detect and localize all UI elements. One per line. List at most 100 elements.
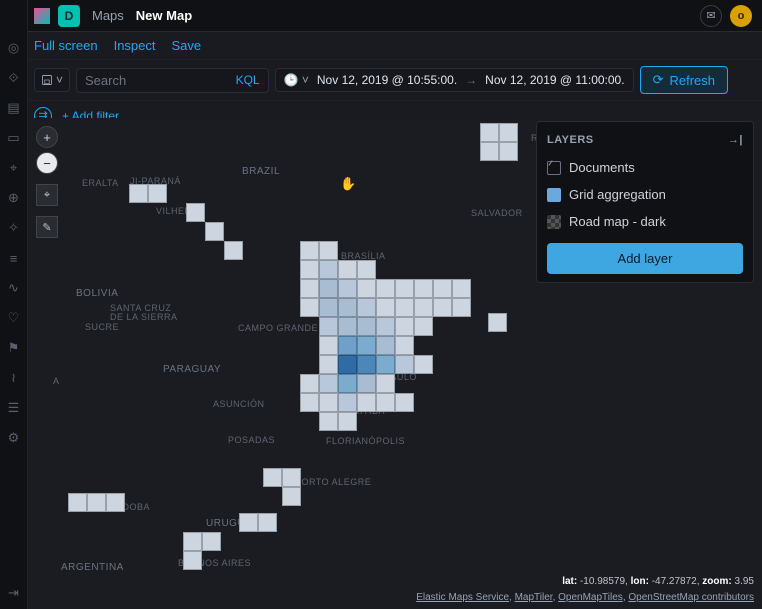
grid-cell: [480, 142, 499, 161]
full-screen-link[interactable]: Full screen: [34, 38, 98, 53]
space-badge[interactable]: D: [58, 5, 80, 27]
grid-cell: [87, 493, 106, 512]
grid-cell: [433, 279, 452, 298]
disk-icon: [41, 74, 53, 86]
nav-dashboard-icon[interactable]: ▤: [6, 100, 22, 116]
grid-cell: [319, 336, 338, 355]
nav-logs-icon[interactable]: ≡: [6, 250, 22, 266]
time-picker[interactable]: 🕒 ˅ Nov 12, 2019 @ 10:55:00. → Nov 12, 2…: [275, 68, 634, 92]
nav-visualize-icon[interactable]: ⟐: [6, 70, 22, 86]
grid-cell: [488, 313, 507, 332]
fit-bounds-button[interactable]: ⌖: [36, 184, 58, 206]
nav-ml-icon[interactable]: ⊕: [6, 190, 22, 206]
chevron-down-icon: ˅: [56, 73, 63, 87]
grid-cell: [414, 317, 433, 336]
documents-swatch-icon: [547, 161, 561, 175]
search-input[interactable]: Search KQL: [76, 68, 269, 93]
grid-cell: [186, 203, 205, 222]
layer-label: Road map - dark: [569, 214, 666, 229]
nav-discover-icon[interactable]: ◎: [6, 40, 22, 56]
layer-grid-aggregation[interactable]: Grid aggregation: [547, 181, 743, 208]
save-link[interactable]: Save: [172, 38, 202, 53]
zoom-in-button[interactable]: +: [36, 126, 58, 148]
grid-cell: [357, 336, 376, 355]
grid-cell: [357, 260, 376, 279]
refresh-label: Refresh: [669, 73, 715, 88]
add-layer-button[interactable]: Add layer: [547, 243, 743, 274]
grid-cell: [319, 374, 338, 393]
top-bar: D Maps New Map ✉ o: [0, 0, 762, 32]
kibana-logo-icon[interactable]: [34, 8, 50, 24]
breadcrumb-app[interactable]: Maps: [92, 8, 124, 23]
credit-link[interactable]: MapTiler: [515, 592, 553, 603]
tools-button[interactable]: ✎: [36, 216, 58, 238]
grid-cell: [414, 298, 433, 317]
app-menu: Full screen Inspect Save: [0, 32, 762, 60]
calendar-icon: 🕒 ˅: [284, 73, 309, 87]
saved-query-button[interactable]: ˅: [34, 68, 70, 92]
grid-cell: [338, 355, 357, 374]
nav-devtools-icon[interactable]: ≀: [6, 370, 22, 386]
nav-management-icon[interactable]: ⚙: [6, 430, 22, 446]
layer-roadmap-dark[interactable]: Road map - dark: [547, 208, 743, 235]
nav-metrics-icon[interactable]: ✧: [6, 220, 22, 236]
grid-cell: [239, 513, 258, 532]
layers-title: LAYERS: [547, 134, 594, 146]
coordinates-readout: lat: -10.98579, lon: -47.27872, zoom: 3.…: [562, 576, 754, 587]
nav-canvas-icon[interactable]: ▭: [6, 130, 22, 146]
nav-uptime-icon[interactable]: ♡: [6, 310, 22, 326]
grid-cell: [319, 355, 338, 374]
grid-cell: [183, 551, 202, 570]
grid-cell: [68, 493, 87, 512]
grid-cell: [357, 279, 376, 298]
credit-link[interactable]: Elastic Maps Service: [416, 592, 509, 603]
grid-cell: [319, 260, 338, 279]
refresh-button[interactable]: ⟳ Refresh: [640, 66, 728, 94]
nav-maps-icon[interactable]: ⌖: [6, 160, 22, 176]
grid-cell: [433, 298, 452, 317]
grid-cell: [499, 142, 518, 161]
grid-cell: [338, 336, 357, 355]
grid-cell: [376, 298, 395, 317]
arrow-right-icon: →: [465, 73, 477, 87]
grid-cell: [376, 374, 395, 393]
grid-cell: [300, 260, 319, 279]
grid-cell: [357, 374, 376, 393]
grid-cell: [414, 355, 433, 374]
grid-cell: [300, 241, 319, 260]
grid-cell: [148, 184, 167, 203]
grid-cell: [395, 279, 414, 298]
grid-cell: [202, 532, 221, 551]
grid-cell: [319, 298, 338, 317]
map-canvas[interactable]: BRAZILBOLIVIAPARAGUAYARGENTINAURUGUAY RE…: [28, 118, 762, 609]
credit-link[interactable]: OpenStreetMap contributors: [628, 592, 754, 603]
grid-cell: [357, 355, 376, 374]
layers-collapse-icon[interactable]: →|: [728, 134, 743, 146]
credit-link[interactable]: OpenMapTiles: [558, 592, 623, 603]
grid-cell: [357, 393, 376, 412]
grid-cell: [376, 355, 395, 374]
nav-siem-icon[interactable]: ⚑: [6, 340, 22, 356]
map-controls: + − ⌖ ✎: [36, 126, 58, 238]
grid-cell: [263, 468, 282, 487]
newsfeed-icon[interactable]: ✉: [700, 5, 722, 27]
grid-cell: [319, 317, 338, 336]
nav-expand-icon[interactable]: ⇥: [6, 585, 22, 601]
breadcrumb-page[interactable]: New Map: [136, 8, 192, 23]
grid-cell: [129, 184, 148, 203]
query-language-toggle[interactable]: KQL: [236, 73, 260, 87]
layers-panel: LAYERS →| Documents Grid aggregation Roa…: [536, 121, 754, 283]
inspect-link[interactable]: Inspect: [114, 38, 156, 53]
layer-documents[interactable]: Documents: [547, 154, 743, 181]
nav-stack-icon[interactable]: ☰: [6, 400, 22, 416]
grid-cell: [282, 487, 301, 506]
layer-label: Documents: [569, 160, 635, 175]
search-placeholder: Search: [85, 73, 126, 88]
zoom-out-button[interactable]: −: [36, 152, 58, 174]
nav-apm-icon[interactable]: ∿: [6, 280, 22, 296]
grid-cell: [395, 336, 414, 355]
grid-cell: [258, 513, 277, 532]
grid-cell: [338, 393, 357, 412]
grid-cell: [106, 493, 125, 512]
user-avatar[interactable]: o: [730, 5, 752, 27]
